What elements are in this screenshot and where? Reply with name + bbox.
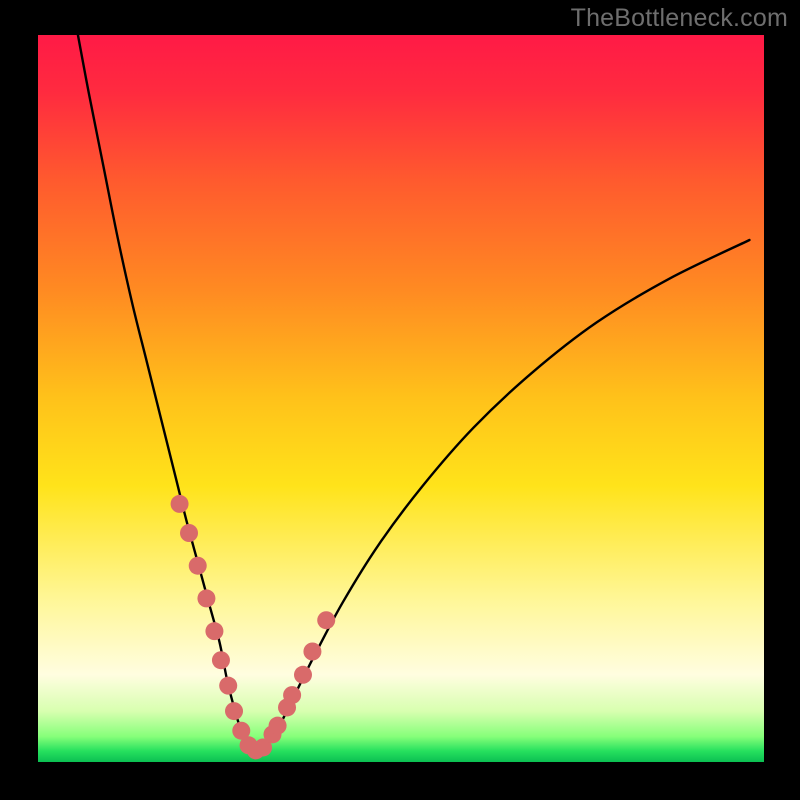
marker-dot xyxy=(225,702,243,720)
bottleneck-chart xyxy=(0,0,800,800)
marker-dot xyxy=(283,686,301,704)
marker-dot xyxy=(189,557,207,575)
marker-dot xyxy=(171,495,189,513)
marker-dot xyxy=(197,589,215,607)
marker-dot xyxy=(269,717,287,735)
plot-background xyxy=(38,35,764,762)
marker-dot xyxy=(180,524,198,542)
marker-dot xyxy=(317,611,335,629)
marker-dot xyxy=(212,651,230,669)
marker-dot xyxy=(219,677,237,695)
marker-dot xyxy=(303,643,321,661)
chart-outer-frame: TheBottleneck.com xyxy=(0,0,800,800)
marker-dot xyxy=(205,622,223,640)
marker-dot xyxy=(294,666,312,684)
